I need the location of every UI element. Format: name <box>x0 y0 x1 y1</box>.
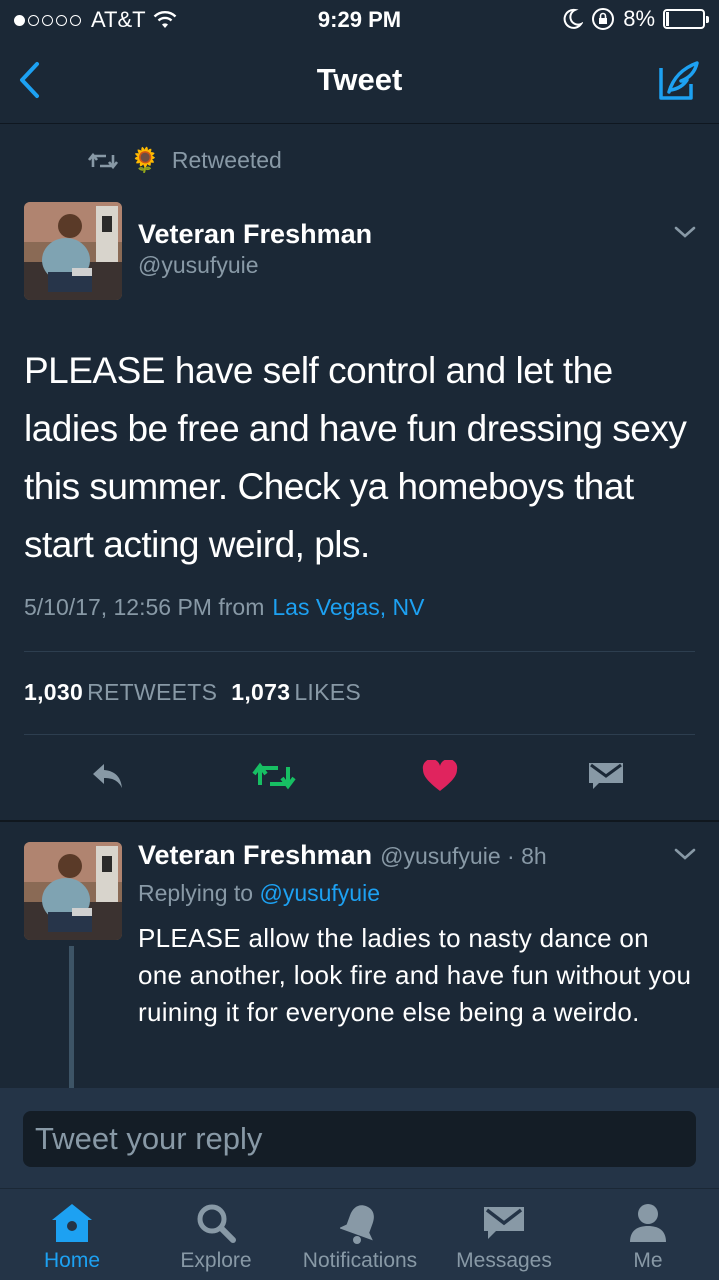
divider <box>24 734 695 735</box>
tweet-detail: 🌻 Retweeted Veteran Freshman @yusufyuie … <box>0 124 719 820</box>
reply-text: PLEASE allow the ladies to nasty dance o… <box>138 923 692 1027</box>
reply-header: Veteran Freshman @yusufyuie · 8h <box>138 840 547 871</box>
home-icon <box>52 1204 92 1242</box>
tab-me[interactable]: Me <box>576 1189 719 1280</box>
replying-to-mention[interactable]: @yusufyuie <box>259 880 380 906</box>
direct-message-button[interactable] <box>584 754 628 798</box>
tweet-meta: 5/10/17, 12:56 PM from Las Vegas, NV <box>24 594 425 621</box>
tab-label: Notifications <box>302 1249 418 1272</box>
tweet-location-link[interactable]: Las Vegas, NV <box>272 594 424 620</box>
reply-icon <box>93 764 122 788</box>
reply-tweet[interactable]: Veteran Freshman @yusufyuie · 8h Replying… <box>0 822 719 1088</box>
like-button[interactable] <box>418 754 462 798</box>
reply-input[interactable] <box>23 1111 696 1167</box>
moon-icon <box>563 8 584 29</box>
rotation-lock-icon <box>592 8 615 30</box>
tab-home[interactable]: Home <box>0 1189 144 1280</box>
tab-label: Home <box>43 1249 101 1272</box>
retweeted-banner: 🌻 Retweeted <box>88 146 282 175</box>
compose-feather-icon <box>659 61 699 100</box>
envelope-icon <box>589 763 623 789</box>
search-icon <box>197 1204 236 1243</box>
sunflower-emoji: 🌻 <box>130 147 160 174</box>
page-title: Tweet <box>316 62 403 97</box>
chevron-down-icon <box>674 848 696 860</box>
author-name[interactable]: Veteran Freshman <box>138 219 372 250</box>
tab-notifications[interactable]: Notifications <box>288 1189 432 1280</box>
bell-icon <box>340 1205 374 1244</box>
author-handle[interactable]: @yusufyuie <box>138 252 259 279</box>
reply-button[interactable] <box>86 754 130 798</box>
tweet-menu-button[interactable] <box>673 846 697 867</box>
tab-label: Messages <box>456 1249 552 1272</box>
tweet-actions <box>0 754 719 798</box>
status-bar: AT&T 9:29 PM 8% <box>0 0 719 40</box>
thread-line <box>69 946 74 1088</box>
retweet-count-label[interactable]: RETWEETS <box>87 679 217 705</box>
like-count[interactable]: 1,073 <box>231 679 290 705</box>
tweet-menu-button[interactable] <box>673 224 697 245</box>
tab-label: Explore <box>180 1249 252 1272</box>
tab-label: Me <box>633 1249 663 1272</box>
heart-icon <box>422 760 458 791</box>
tweet-timestamp: 5/10/17, 12:56 PM from <box>24 594 265 620</box>
retweet-small-icon <box>88 152 118 169</box>
retweet-button[interactable] <box>252 754 296 798</box>
replying-to-prefix: Replying to <box>138 880 254 906</box>
reply-bar <box>0 1088 719 1188</box>
author-name[interactable]: Veteran Freshman <box>138 840 372 870</box>
chevron-down-icon <box>674 226 696 238</box>
battery-icon <box>663 9 709 29</box>
person-icon <box>630 1204 666 1242</box>
author-handle[interactable]: @yusufyuie <box>380 843 501 869</box>
tab-messages[interactable]: Messages <box>432 1189 576 1280</box>
avatar[interactable] <box>24 842 122 940</box>
tweet-age: · 8h <box>507 843 547 869</box>
battery-percent: 8% <box>623 6 655 31</box>
retweet-count[interactable]: 1,030 <box>24 679 83 705</box>
tweet-text: PLEASE have self control and let the lad… <box>24 350 687 565</box>
tab-bar: Home Explore Notifications Messages Me <box>0 1188 719 1280</box>
reply-box <box>23 1111 696 1167</box>
avatar[interactable] <box>24 202 122 300</box>
envelope-icon <box>484 1207 524 1239</box>
tweet-stats: 1,030 RETWEETS 1,073 LIKES <box>24 679 361 706</box>
retweet-icon <box>252 762 296 790</box>
divider <box>24 651 695 652</box>
retweeted-label: Retweeted <box>171 147 282 173</box>
tab-explore[interactable]: Explore <box>144 1189 288 1280</box>
replying-to: Replying to @yusufyuie <box>138 880 380 907</box>
status-right: 8% <box>563 6 709 32</box>
nav-bar: Tweet <box>0 40 719 124</box>
like-count-label[interactable]: LIKES <box>294 679 361 705</box>
compose-button[interactable] <box>655 58 701 104</box>
